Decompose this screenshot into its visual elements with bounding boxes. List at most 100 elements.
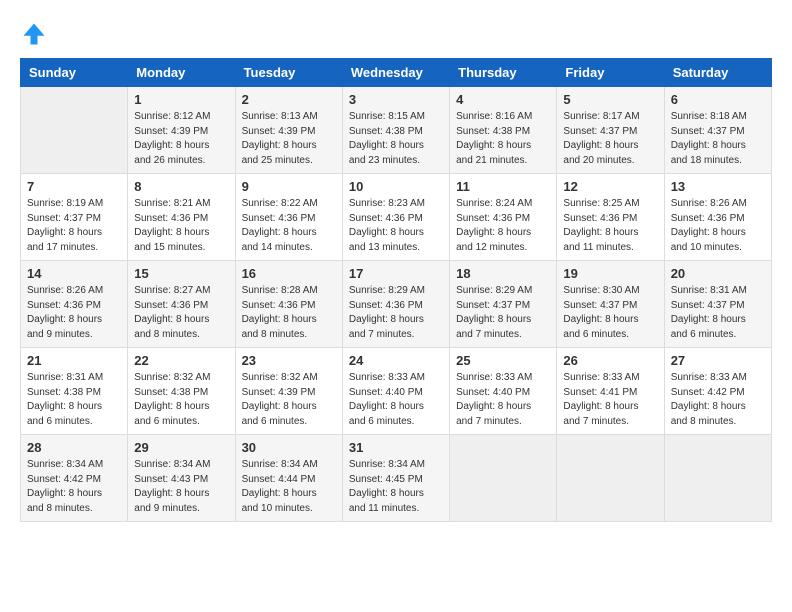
calendar-cell: 18 Sunrise: 8:29 AMSunset: 4:37 PMDayligh… — [450, 261, 557, 348]
calendar-cell: 1 Sunrise: 8:12 AMSunset: 4:39 PMDaylight… — [128, 87, 235, 174]
page-header — [20, 20, 772, 48]
day-number: 23 — [242, 353, 336, 368]
calendar-cell: 8 Sunrise: 8:21 AMSunset: 4:36 PMDaylight… — [128, 174, 235, 261]
day-info: Sunrise: 8:27 AMSunset: 4:36 PMDaylight:… — [134, 284, 228, 342]
weekday-header: Saturday — [664, 59, 771, 87]
day-number: 17 — [349, 266, 443, 281]
day-number: 12 — [563, 179, 657, 194]
calendar-cell: 22Sunrise: 8:32 AMSunset: 4:38 PMDayligh… — [128, 348, 235, 435]
day-number: 26 — [563, 353, 657, 368]
day-info: Sunrise: 8:26 AMSunset: 4:36 PMDaylight:… — [27, 284, 121, 342]
day-number: 13 — [671, 179, 765, 194]
day-number: 16 — [242, 266, 336, 281]
day-number: 5 — [563, 92, 657, 107]
calendar-cell: 25 Sunrise: 8:33 AMSunset: 4:40 PMDayligh… — [450, 348, 557, 435]
calendar-week-row: 14Sunrise: 8:26 AMSunset: 4:36 PMDayligh… — [21, 261, 772, 348]
calendar-cell: 14Sunrise: 8:26 AMSunset: 4:36 PMDayligh… — [21, 261, 128, 348]
day-info: Sunrise: 8:28 AMSunset: 4:36 PMDaylight:… — [242, 284, 336, 342]
calendar-cell: 13 Sunrise: 8:26 AMSunset: 4:36 PMDayligh… — [664, 174, 771, 261]
calendar-cell — [664, 435, 771, 522]
calendar-cell: 10Sunrise: 8:23 AMSunset: 4:36 PMDayligh… — [342, 174, 449, 261]
calendar-body: 1 Sunrise: 8:12 AMSunset: 4:39 PMDaylight… — [21, 87, 772, 522]
calendar-cell: 2 Sunrise: 8:13 AMSunset: 4:39 PMDaylight… — [235, 87, 342, 174]
calendar-cell: 3 Sunrise: 8:15 AMSunset: 4:38 PMDaylight… — [342, 87, 449, 174]
day-number: 28 — [27, 440, 121, 455]
day-number: 8 — [134, 179, 228, 194]
day-number: 3 — [349, 92, 443, 107]
calendar-cell — [21, 87, 128, 174]
day-number: 30 — [242, 440, 336, 455]
calendar-cell: 12 Sunrise: 8:25 AMSunset: 4:36 PMDayligh… — [557, 174, 664, 261]
day-info: Sunrise: 8:25 AMSunset: 4:36 PMDaylight:… — [563, 197, 657, 255]
calendar-cell: 29 Sunrise: 8:34 AMSunset: 4:43 PMDayligh… — [128, 435, 235, 522]
calendar-cell: 21Sunrise: 8:31 AMSunset: 4:38 PMDayligh… — [21, 348, 128, 435]
calendar-cell: 16 Sunrise: 8:28 AMSunset: 4:36 PMDayligh… — [235, 261, 342, 348]
day-number: 27 — [671, 353, 765, 368]
calendar-cell — [557, 435, 664, 522]
calendar-cell: 4 Sunrise: 8:16 AMSunset: 4:38 PMDaylight… — [450, 87, 557, 174]
day-info: Sunrise: 8:33 AMSunset: 4:40 PMDaylight:… — [349, 371, 443, 429]
day-number: 24 — [349, 353, 443, 368]
day-number: 1 — [134, 92, 228, 107]
day-number: 9 — [242, 179, 336, 194]
day-number: 29 — [134, 440, 228, 455]
calendar-week-row: 28 Sunrise: 8:34 AMSunset: 4:42 PMDayligh… — [21, 435, 772, 522]
calendar-cell: 26 Sunrise: 8:33 AMSunset: 4:41 PMDayligh… — [557, 348, 664, 435]
calendar-cell — [450, 435, 557, 522]
day-info: Sunrise: 8:33 AMSunset: 4:42 PMDaylight:… — [671, 371, 765, 429]
weekday-header: Wednesday — [342, 59, 449, 87]
calendar-week-row: 21Sunrise: 8:31 AMSunset: 4:38 PMDayligh… — [21, 348, 772, 435]
calendar-table: SundayMondayTuesdayWednesdayThursdayFrid… — [20, 58, 772, 522]
day-info: Sunrise: 8:33 AMSunset: 4:40 PMDaylight:… — [456, 371, 550, 429]
day-number: 11 — [456, 179, 550, 194]
day-info: Sunrise: 8:21 AMSunset: 4:36 PMDaylight:… — [134, 197, 228, 255]
weekday-header: Monday — [128, 59, 235, 87]
logo — [20, 20, 52, 48]
day-info: Sunrise: 8:13 AMSunset: 4:39 PMDaylight:… — [242, 110, 336, 168]
day-number: 21 — [27, 353, 121, 368]
day-info: Sunrise: 8:15 AMSunset: 4:38 PMDaylight:… — [349, 110, 443, 168]
day-number: 22 — [134, 353, 228, 368]
calendar-cell: 27 Sunrise: 8:33 AMSunset: 4:42 PMDayligh… — [664, 348, 771, 435]
calendar-cell: 11 Sunrise: 8:24 AMSunset: 4:36 PMDayligh… — [450, 174, 557, 261]
day-number: 2 — [242, 92, 336, 107]
calendar-cell: 31Sunrise: 8:34 AMSunset: 4:45 PMDayligh… — [342, 435, 449, 522]
day-info: Sunrise: 8:29 AMSunset: 4:36 PMDaylight:… — [349, 284, 443, 342]
calendar-cell: 15 Sunrise: 8:27 AMSunset: 4:36 PMDayligh… — [128, 261, 235, 348]
day-info: Sunrise: 8:29 AMSunset: 4:37 PMDaylight:… — [456, 284, 550, 342]
calendar-week-row: 7Sunrise: 8:19 AMSunset: 4:37 PMDaylight… — [21, 174, 772, 261]
calendar-cell: 30 Sunrise: 8:34 AMSunset: 4:44 PMDayligh… — [235, 435, 342, 522]
day-info: Sunrise: 8:12 AMSunset: 4:39 PMDaylight:… — [134, 110, 228, 168]
calendar-cell: 6 Sunrise: 8:18 AMSunset: 4:37 PMDaylight… — [664, 87, 771, 174]
calendar-cell: 7Sunrise: 8:19 AMSunset: 4:37 PMDaylight… — [21, 174, 128, 261]
day-info: Sunrise: 8:26 AMSunset: 4:36 PMDaylight:… — [671, 197, 765, 255]
calendar-cell: 5Sunrise: 8:17 AMSunset: 4:37 PMDaylight… — [557, 87, 664, 174]
weekday-header: Sunday — [21, 59, 128, 87]
calendar-cell: 19Sunrise: 8:30 AMSunset: 4:37 PMDayligh… — [557, 261, 664, 348]
calendar-cell: 23 Sunrise: 8:32 AMSunset: 4:39 PMDayligh… — [235, 348, 342, 435]
day-info: Sunrise: 8:32 AMSunset: 4:39 PMDaylight:… — [242, 371, 336, 429]
day-info: Sunrise: 8:33 AMSunset: 4:41 PMDaylight:… — [563, 371, 657, 429]
day-info: Sunrise: 8:34 AMSunset: 4:44 PMDaylight:… — [242, 458, 336, 516]
day-number: 4 — [456, 92, 550, 107]
weekday-header: Thursday — [450, 59, 557, 87]
day-number: 25 — [456, 353, 550, 368]
day-info: Sunrise: 8:19 AMSunset: 4:37 PMDaylight:… — [27, 197, 121, 255]
day-info: Sunrise: 8:16 AMSunset: 4:38 PMDaylight:… — [456, 110, 550, 168]
weekday-header: Tuesday — [235, 59, 342, 87]
calendar-cell: 24 Sunrise: 8:33 AMSunset: 4:40 PMDayligh… — [342, 348, 449, 435]
day-number: 31 — [349, 440, 443, 455]
day-info: Sunrise: 8:24 AMSunset: 4:36 PMDaylight:… — [456, 197, 550, 255]
day-number: 6 — [671, 92, 765, 107]
day-info: Sunrise: 8:34 AMSunset: 4:43 PMDaylight:… — [134, 458, 228, 516]
day-info: Sunrise: 8:23 AMSunset: 4:36 PMDaylight:… — [349, 197, 443, 255]
day-info: Sunrise: 8:18 AMSunset: 4:37 PMDaylight:… — [671, 110, 765, 168]
day-number: 18 — [456, 266, 550, 281]
weekday-header: Friday — [557, 59, 664, 87]
day-info: Sunrise: 8:34 AMSunset: 4:42 PMDaylight:… — [27, 458, 121, 516]
calendar-header-row: SundayMondayTuesdayWednesdayThursdayFrid… — [21, 59, 772, 87]
day-info: Sunrise: 8:31 AMSunset: 4:37 PMDaylight:… — [671, 284, 765, 342]
calendar-cell: 17 Sunrise: 8:29 AMSunset: 4:36 PMDayligh… — [342, 261, 449, 348]
day-number: 15 — [134, 266, 228, 281]
day-number: 20 — [671, 266, 765, 281]
